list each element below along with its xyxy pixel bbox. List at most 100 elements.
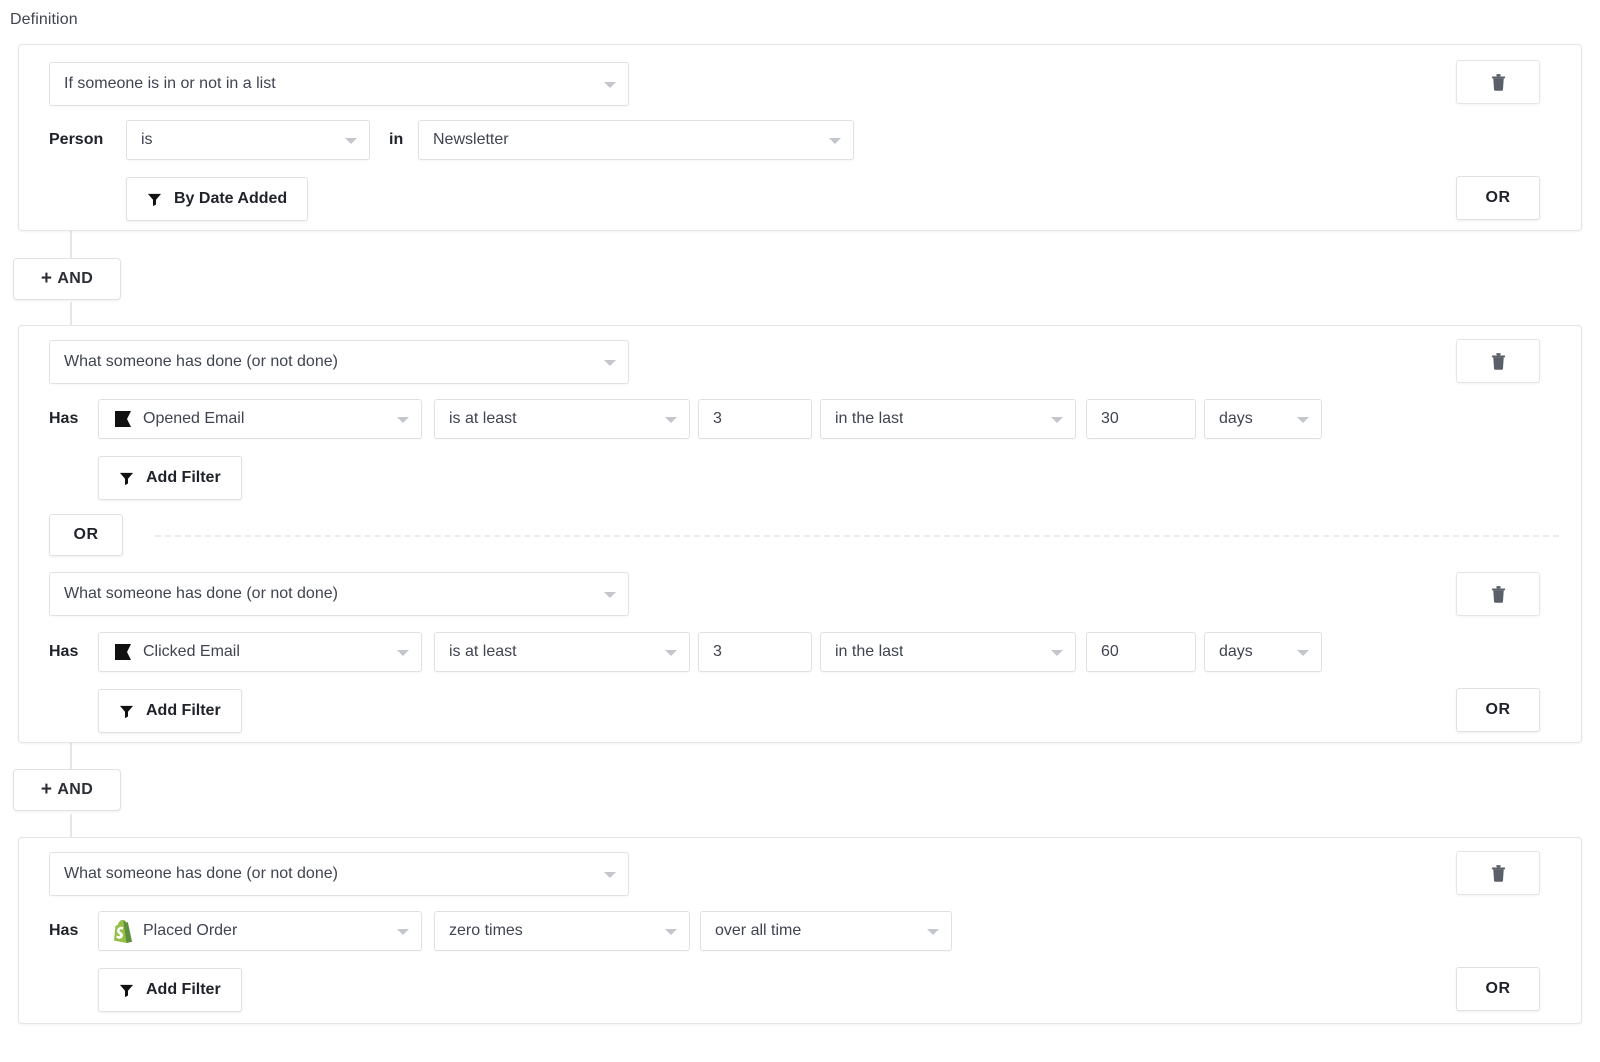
funnel-icon (119, 983, 134, 998)
comparison-select-2b-value: is at least (449, 643, 517, 661)
add-filter-label-2a: Add Filter (146, 469, 221, 487)
or-button-label-3: OR (1486, 980, 1511, 998)
delete-condition-button-2b[interactable] (1456, 572, 1540, 616)
unit-select-2b[interactable]: days (1204, 632, 1322, 672)
metric-select-clicked-email-value: Clicked Email (143, 643, 240, 661)
chevron-down-icon (604, 592, 616, 598)
add-filter-button-3[interactable]: Add Filter (98, 968, 242, 1012)
metric-select-placed-order-value: Placed Order (143, 922, 237, 940)
funnel-icon (119, 704, 134, 719)
unit-select-2b-value: days (1219, 643, 1253, 661)
duration-input-2a-value: 30 (1101, 410, 1119, 428)
count-input-2b-value: 3 (713, 643, 722, 661)
add-filter-button-2a[interactable]: Add Filter (98, 456, 242, 500)
trash-icon (1491, 586, 1506, 603)
page-title: Definition (10, 11, 78, 29)
connector-line-bottom-2 (70, 814, 72, 837)
timeframe-select-3[interactable]: over all time (700, 911, 952, 951)
condition-card-1: If someone is in or not in a list Person… (18, 44, 1582, 231)
count-input-2a-value: 3 (713, 410, 722, 428)
or-separator-dashed-line (155, 535, 1559, 537)
comparison-select-2a-value: is at least (449, 410, 517, 428)
metric-select-clicked-email[interactable]: Clicked Email (98, 632, 422, 672)
delete-condition-button-3[interactable] (1456, 851, 1540, 895)
chevron-down-icon (604, 360, 616, 366)
person-operator-select[interactable]: is (126, 120, 370, 160)
chevron-down-icon (1297, 417, 1309, 423)
metric-select-opened-email[interactable]: Opened Email (98, 399, 422, 439)
or-button-3[interactable]: OR (1456, 967, 1540, 1011)
list-select[interactable]: Newsletter (418, 120, 854, 160)
and-button-label-2: AND (57, 781, 93, 799)
chevron-down-icon (665, 929, 677, 935)
chevron-down-icon (665, 650, 677, 656)
comparison-select-3-value: zero times (449, 922, 523, 940)
or-separator-button-2[interactable]: OR (49, 514, 123, 556)
trash-icon (1491, 74, 1506, 91)
unit-select-2a[interactable]: days (1204, 399, 1322, 439)
condition-type-select-2b[interactable]: What someone has done (or not done) (49, 572, 629, 616)
connector-line-bottom-1 (70, 302, 72, 325)
timeframe-select-2a[interactable]: in the last (820, 399, 1076, 439)
count-input-2b[interactable]: 3 (698, 632, 812, 672)
chevron-down-icon (604, 82, 616, 88)
by-date-added-label: By Date Added (174, 190, 287, 208)
or-button-2[interactable]: OR (1456, 688, 1540, 732)
unit-select-2a-value: days (1219, 410, 1253, 428)
timeframe-select-3-value: over all time (715, 922, 801, 940)
list-select-value: Newsletter (433, 131, 509, 149)
chevron-down-icon (1051, 650, 1063, 656)
chevron-down-icon (665, 417, 677, 423)
trash-icon (1491, 865, 1506, 882)
row-label-person: Person (49, 120, 103, 160)
row-label-has-2b: Has (49, 632, 78, 672)
condition-type-select-3[interactable]: What someone has done (or not done) (49, 852, 629, 896)
timeframe-select-2b[interactable]: in the last (820, 632, 1076, 672)
duration-input-2b[interactable]: 60 (1086, 632, 1196, 672)
add-and-condition-button-1[interactable]: + AND (13, 258, 121, 300)
delete-condition-button-1[interactable] (1456, 60, 1540, 104)
by-date-added-filter-button[interactable]: By Date Added (126, 177, 308, 221)
add-filter-label-2b: Add Filter (146, 702, 221, 720)
chevron-down-icon (829, 138, 841, 144)
or-button-label-1: OR (1486, 189, 1511, 207)
segment-definition-builder: Definition If someone is in or not in a … (0, 0, 1600, 1062)
timeframe-select-2b-value: in the last (835, 643, 903, 661)
chevron-down-icon (1297, 650, 1309, 656)
condition-type-value-2a: What someone has done (or not done) (64, 353, 338, 371)
chevron-down-icon (1051, 417, 1063, 423)
comparison-select-2b[interactable]: is at least (434, 632, 690, 672)
plus-icon: + (41, 780, 53, 799)
condition-type-value-3: What someone has done (or not done) (64, 865, 338, 883)
count-input-2a[interactable]: 3 (698, 399, 812, 439)
email-flag-icon (112, 408, 134, 430)
add-filter-button-2b[interactable]: Add Filter (98, 689, 242, 733)
metric-select-opened-email-value: Opened Email (143, 410, 244, 428)
or-button-1[interactable]: OR (1456, 176, 1540, 220)
funnel-icon (147, 192, 162, 207)
condition-type-value-2b: What someone has done (or not done) (64, 585, 338, 603)
plus-icon: + (41, 269, 53, 288)
row-label-has-2a: Has (49, 399, 78, 439)
funnel-icon (119, 471, 134, 486)
add-and-condition-button-2[interactable]: + AND (13, 769, 121, 811)
trash-icon (1491, 353, 1506, 370)
chevron-down-icon (397, 650, 409, 656)
row-label-has-3: Has (49, 911, 78, 951)
metric-select-placed-order[interactable]: Placed Order (98, 911, 422, 951)
email-flag-icon (112, 641, 134, 663)
condition-type-select-2a[interactable]: What someone has done (or not done) (49, 340, 629, 384)
joiner-label-in: in (389, 120, 403, 160)
or-button-label-2: OR (1486, 701, 1511, 719)
delete-condition-button-2a[interactable] (1456, 339, 1540, 383)
add-filter-label-3: Add Filter (146, 981, 221, 999)
condition-type-select-1[interactable]: If someone is in or not in a list (49, 62, 629, 106)
or-separator-label-2: OR (74, 526, 99, 544)
chevron-down-icon (927, 929, 939, 935)
chevron-down-icon (345, 138, 357, 144)
and-button-label-1: AND (57, 270, 93, 288)
duration-input-2a[interactable]: 30 (1086, 399, 1196, 439)
person-operator-value: is (141, 131, 153, 149)
comparison-select-2a[interactable]: is at least (434, 399, 690, 439)
comparison-select-3[interactable]: zero times (434, 911, 690, 951)
